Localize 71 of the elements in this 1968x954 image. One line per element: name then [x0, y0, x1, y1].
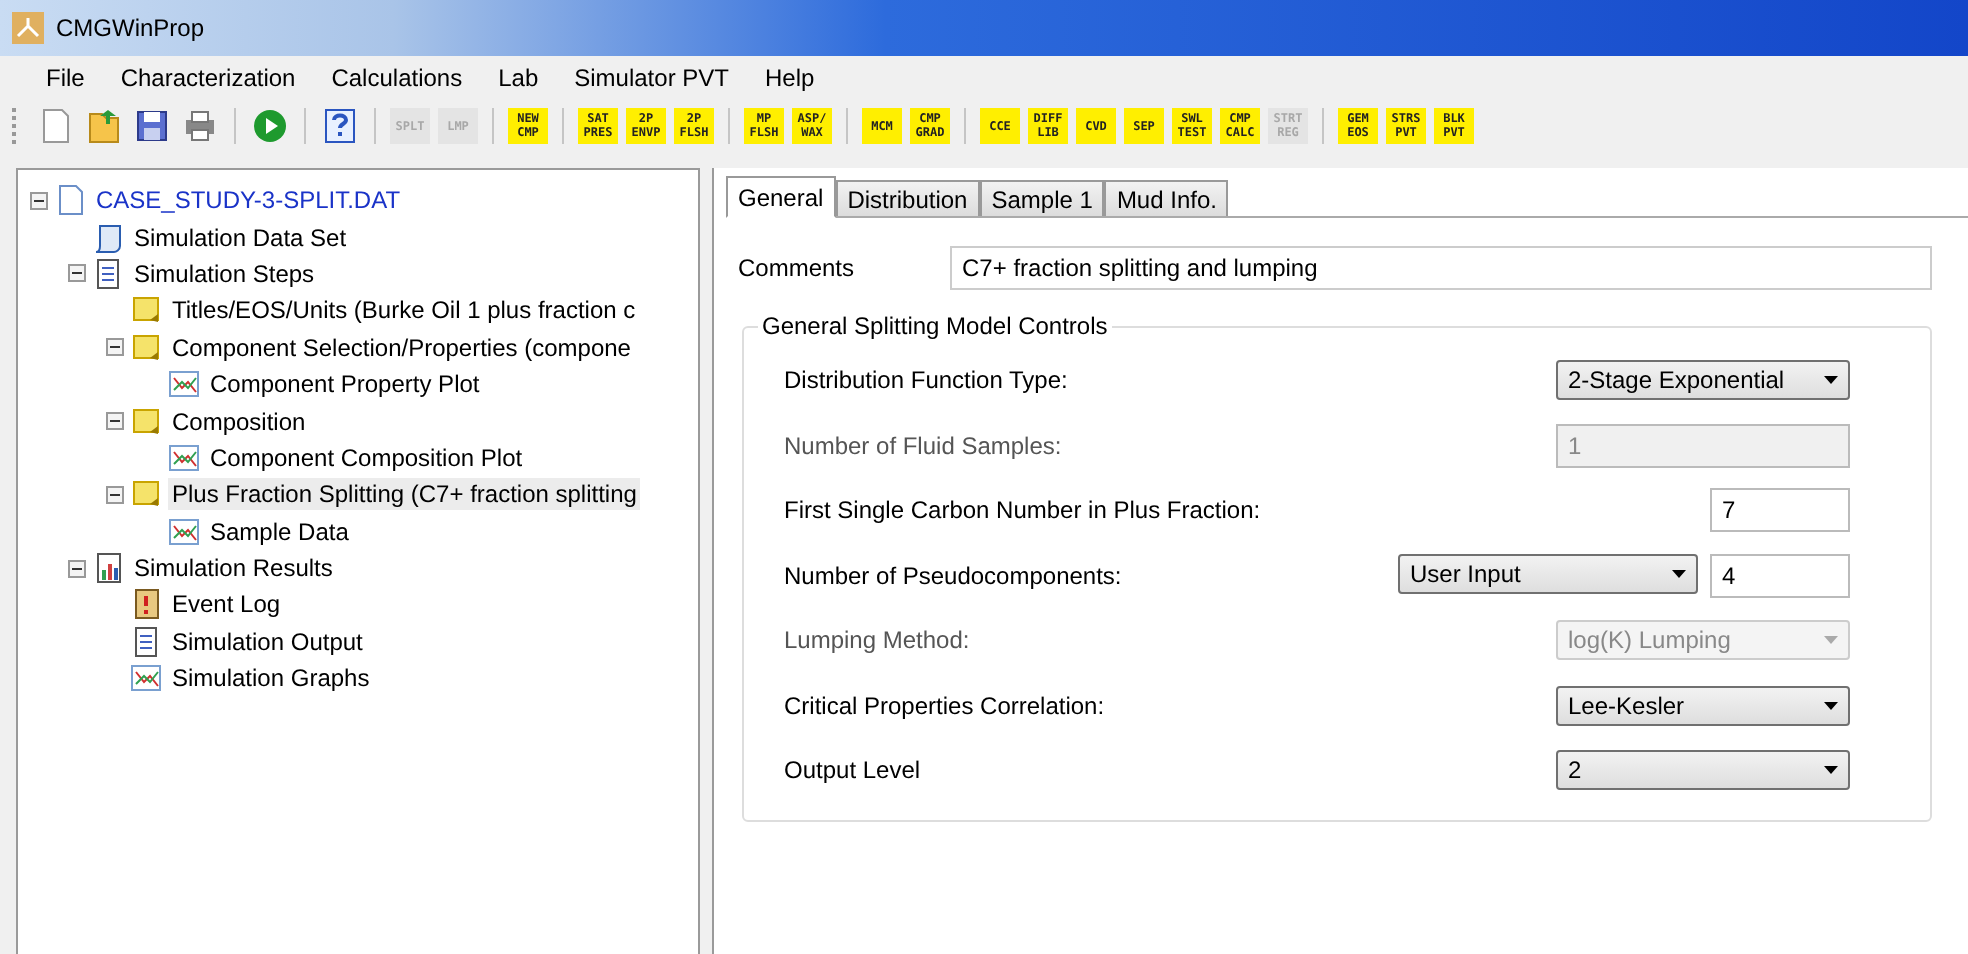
- file-icon: [54, 184, 86, 217]
- tree-item[interactable]: Simulation Output: [168, 625, 367, 658]
- note-icon: [130, 331, 162, 364]
- input-field[interactable]: 7: [1710, 488, 1850, 533]
- field-label: Lumping Method:: [784, 626, 970, 655]
- field-label: First Single Carbon Number in Plus Fraction:: [784, 496, 1261, 525]
- tab[interactable]: General: [726, 176, 836, 218]
- collapse-icon[interactable]: [68, 264, 86, 283]
- group-title: General Splitting Model Controls: [758, 312, 1112, 340]
- caret-icon: [1824, 766, 1838, 775]
- app-icon: [12, 12, 44, 44]
- menu-item[interactable]: Simulator PVT: [556, 64, 747, 92]
- tab[interactable]: Distribution: [835, 180, 980, 216]
- menu-item[interactable]: Characterization: [102, 64, 314, 92]
- chart-icon: [168, 441, 200, 474]
- caret-icon: [1672, 569, 1686, 578]
- menu-item[interactable]: Lab: [480, 64, 557, 92]
- menu-item[interactable]: File: [28, 64, 103, 92]
- bar-chart-icon: [92, 552, 124, 585]
- caret-icon: [1824, 701, 1838, 710]
- log-icon: [130, 588, 162, 621]
- tree-item[interactable]: Simulation Results: [130, 552, 337, 585]
- note-icon: [130, 294, 162, 327]
- help-icon-button[interactable]: [320, 106, 360, 146]
- caret-icon: [1824, 376, 1838, 385]
- printer-icon-button[interactable]: [180, 106, 220, 146]
- tree-item[interactable]: Simulation Steps: [130, 257, 319, 290]
- collapse-icon[interactable]: [106, 485, 124, 504]
- collapse-icon[interactable]: [106, 412, 124, 431]
- collapse-icon[interactable]: [106, 338, 124, 357]
- document-icon: [130, 625, 162, 658]
- tree-item[interactable]: Simulation Data Set: [130, 221, 351, 254]
- run-icon-button[interactable]: [250, 106, 290, 146]
- collapse-icon[interactable]: [68, 559, 86, 578]
- tree-item[interactable]: Composition: [168, 405, 310, 438]
- tree-item[interactable]: Plus Fraction Splitting (C7+ fraction splitting: [168, 478, 641, 511]
- save-icon-button[interactable]: [132, 106, 172, 146]
- dropdown[interactable]: Lee-Kesler: [1556, 685, 1850, 726]
- field-label: Distribution Function Type:: [784, 366, 1068, 395]
- tree-item[interactable]: Component Property Plot: [206, 368, 484, 401]
- menu-item[interactable]: Calculations: [313, 64, 481, 92]
- chart-icon: [130, 662, 162, 695]
- dropdown[interactable]: 2-Stage Exponential: [1556, 360, 1850, 401]
- dropdown[interactable]: User Input: [1398, 553, 1698, 594]
- tree-item[interactable]: CASE_STUDY-3-SPLIT.DAT: [92, 184, 405, 217]
- note-icon: [130, 405, 162, 438]
- tree-item[interactable]: Event Log: [168, 588, 285, 621]
- note-icon: [130, 478, 162, 511]
- tree-item[interactable]: Component Selection/Properties (compone: [168, 331, 635, 364]
- field-label: Output Level: [784, 756, 921, 785]
- menu-item[interactable]: Help: [746, 64, 833, 92]
- document-icon: [92, 257, 124, 290]
- tree-item[interactable]: Sample Data: [206, 515, 353, 548]
- field-label: Comments: [738, 254, 855, 282]
- window-title: CMGWinProp: [56, 14, 205, 42]
- tab[interactable]: Sample 1: [979, 180, 1105, 216]
- collapse-icon[interactable]: [30, 191, 48, 210]
- tree-item[interactable]: Titles/EOS/Units (Burke Oil 1 plus fraction c: [168, 294, 640, 327]
- scroll-icon: [92, 221, 124, 254]
- field-label: Number of Pseudocomponents:: [784, 561, 1122, 590]
- caret-icon: [1824, 636, 1838, 645]
- tree-item[interactable]: Simulation Graphs: [168, 662, 374, 695]
- chart-icon: [168, 515, 200, 548]
- dropdown[interactable]: 2: [1556, 750, 1850, 791]
- comments-field[interactable]: C7+ fraction splitting and lumping: [950, 246, 1932, 290]
- tab[interactable]: Mud Info.: [1104, 180, 1229, 216]
- field-label: Number of Fluid Samples:: [784, 431, 1062, 460]
- field-label: Critical Properties Correlation:: [784, 691, 1105, 720]
- input-field[interactable]: 4: [1710, 553, 1850, 598]
- chart-icon: [168, 368, 200, 401]
- tree-item[interactable]: Component Composition Plot: [206, 441, 527, 474]
